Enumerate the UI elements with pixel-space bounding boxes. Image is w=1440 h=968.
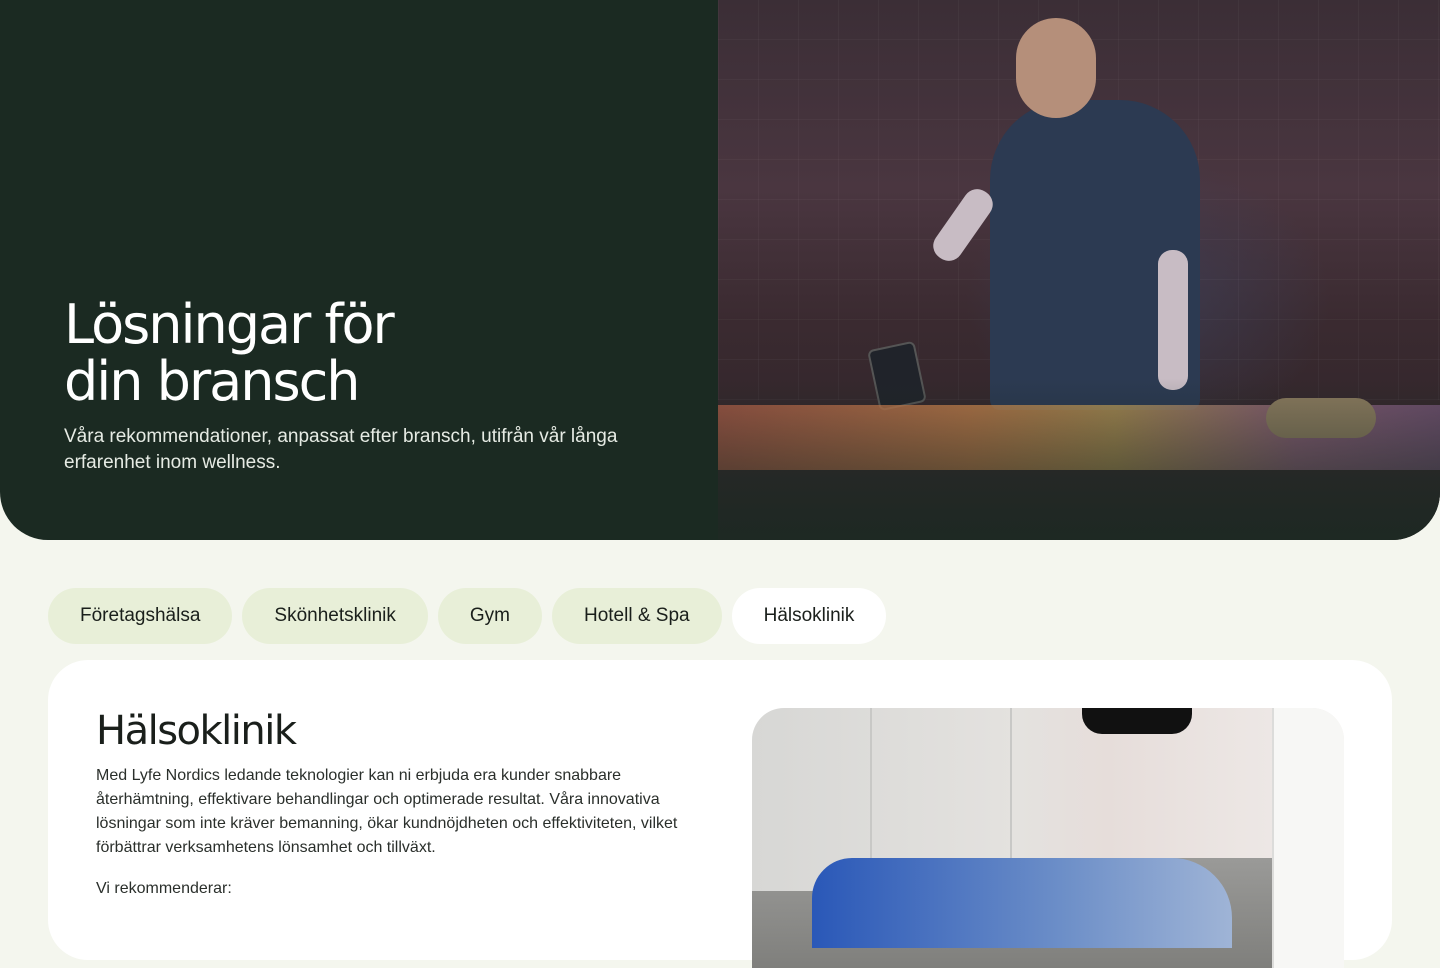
card-image-cabinet	[1272, 708, 1344, 968]
hero-image	[718, 0, 1440, 540]
card-recommend-label: Vi rekommenderar:	[96, 880, 232, 897]
card-description: Med Lyfe Nordics ledande teknologier kan…	[96, 767, 678, 856]
card-image-bag	[1082, 708, 1192, 734]
tab-skonhetsklinik[interactable]: Skönhetsklinik	[242, 588, 428, 644]
industry-tabs: Företagshälsa Skönhetsklinik Gym Hotell …	[48, 588, 887, 644]
tab-halsoklinik[interactable]: Hälsoklinik	[731, 588, 887, 644]
hero-title-line: Lösningar för	[64, 293, 395, 356]
hero-section: Lösningar för din bransch Våra rekommend…	[0, 0, 1440, 540]
card-image	[752, 708, 1344, 968]
hero-title-line: din bransch	[64, 350, 361, 413]
tab-hotell-spa[interactable]: Hotell & Spa	[551, 588, 722, 644]
hero-title: Lösningar för din bransch	[64, 293, 395, 413]
tab-gym[interactable]: Gym	[437, 588, 542, 644]
hero-image-fade	[718, 0, 1440, 540]
industry-card: Hälsoklinik Med Lyfe Nordics ledande tek…	[48, 660, 1392, 968]
hero-subtitle: Våra rekommendationer, anpassat efter br…	[64, 426, 618, 473]
tab-foretagshalsa[interactable]: Företagshälsa	[48, 588, 233, 644]
card-title: Hälsoklinik	[96, 708, 297, 754]
card-image-blanket	[812, 858, 1232, 948]
